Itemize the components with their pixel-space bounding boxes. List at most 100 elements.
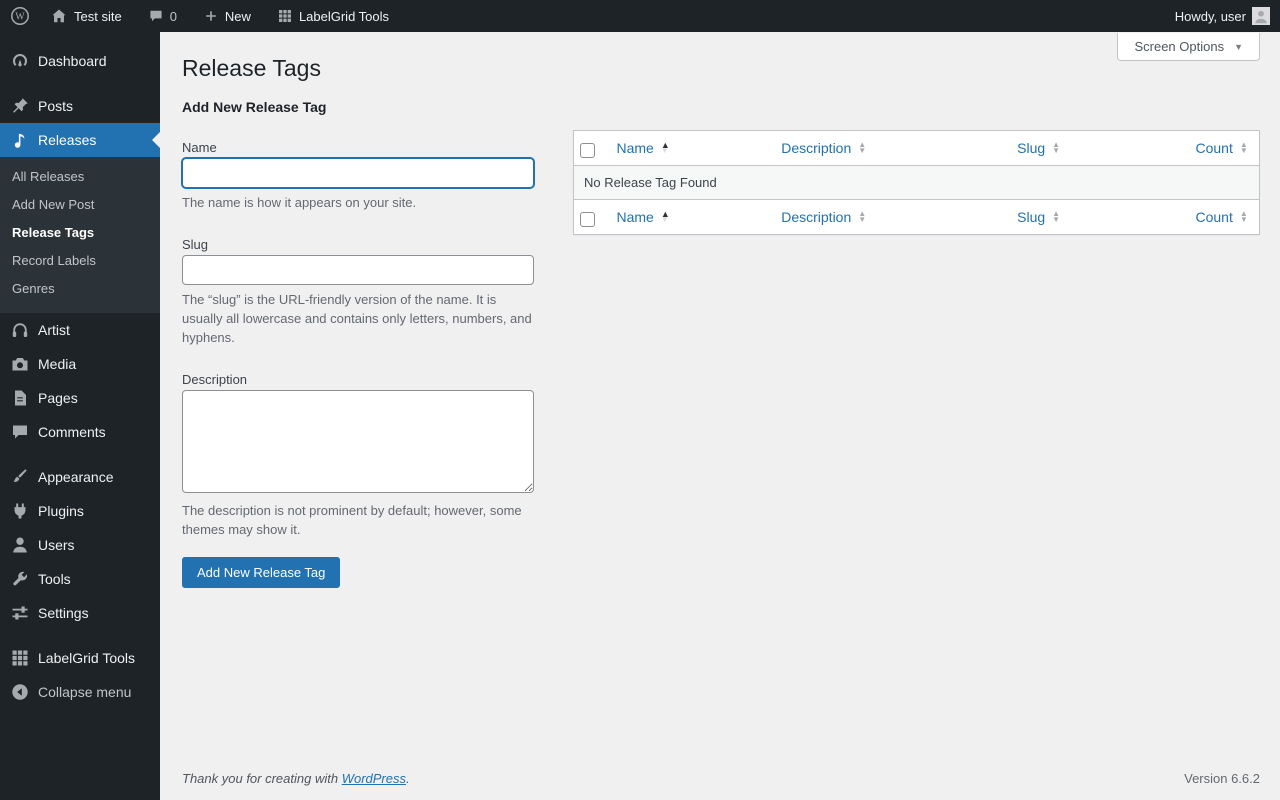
description-help-text: The description is not prominent by defa… xyxy=(182,501,534,539)
main-content: Screen Options ▼ Release Tags Add New Re… xyxy=(160,0,1280,800)
column-label: Count xyxy=(1196,208,1233,226)
current-menu-arrow xyxy=(152,132,160,148)
sidebar-item-appearance[interactable]: Appearance xyxy=(0,460,160,494)
svg-text:W: W xyxy=(15,12,25,23)
wordpress-logo-button[interactable]: W xyxy=(0,0,40,32)
sidebar-item-label: Tools xyxy=(38,571,71,587)
pages-icon xyxy=(10,388,30,408)
sort-toggle-icon: ▲▼ xyxy=(1240,142,1248,154)
sidebar-item-media[interactable]: Media xyxy=(0,347,160,381)
sidebar-item-users[interactable]: Users xyxy=(0,528,160,562)
home-icon xyxy=(50,7,68,25)
sidebar-item-releases[interactable]: Releases xyxy=(0,123,160,157)
select-all-checkbox[interactable] xyxy=(580,143,595,158)
release-tags-table: Name ▲▼ Description ▲▼ xyxy=(573,130,1260,235)
submenu-item-genres[interactable]: Genres xyxy=(0,275,160,303)
releases-submenu: All Releases Add New Post Release Tags R… xyxy=(0,157,160,313)
sidebar-item-label: Dashboard xyxy=(38,53,107,69)
name-input[interactable] xyxy=(182,158,534,188)
site-name-label: Test site xyxy=(74,9,122,24)
add-tag-form: Add New Release Tag Name The name is how… xyxy=(182,87,534,588)
sidebar-item-label: Collapse menu xyxy=(38,684,131,700)
submenu-item-release-tags[interactable]: Release Tags xyxy=(0,219,160,247)
sidebar-item-label: Artist xyxy=(38,322,70,338)
release-tags-table-wrapper: Name ▲▼ Description ▲▼ xyxy=(573,130,1260,235)
sidebar-item-label: Users xyxy=(38,537,75,553)
column-header-slug[interactable]: Slug ▲▼ xyxy=(1017,139,1060,157)
column-footer-slug[interactable]: Slug ▲▼ xyxy=(1017,208,1060,226)
column-label: Slug xyxy=(1017,208,1045,226)
menu-separator xyxy=(0,449,160,460)
wordpress-link[interactable]: WordPress xyxy=(342,771,406,786)
collapse-menu-button[interactable]: Collapse menu xyxy=(0,675,160,709)
column-footer-description[interactable]: Description ▲▼ xyxy=(781,208,866,226)
name-help-text: The name is how it appears on your site. xyxy=(182,193,534,212)
sidebar-item-settings[interactable]: Settings xyxy=(0,596,160,630)
new-label: New xyxy=(225,9,251,24)
sidebar-item-artist[interactable]: Artist xyxy=(0,313,160,347)
sidebar-item-labelgrid-tools[interactable]: LabelGrid Tools xyxy=(0,641,160,675)
comments-icon xyxy=(10,422,30,442)
sliders-icon xyxy=(10,603,30,623)
add-new-release-tag-button[interactable]: Add New Release Tag xyxy=(182,557,340,588)
sidebar-item-dashboard[interactable]: Dashboard xyxy=(0,44,160,78)
sidebar-item-posts[interactable]: Posts xyxy=(0,89,160,123)
chevron-down-icon: ▼ xyxy=(1234,42,1243,52)
column-footer-name[interactable]: Name ▲▼ xyxy=(617,208,670,226)
camera-icon xyxy=(10,354,30,374)
sort-ascending-icon: ▲▼ xyxy=(661,211,670,223)
column-header-count[interactable]: Count ▲▼ xyxy=(1196,139,1248,157)
submenu-item-add-new-post[interactable]: Add New Post xyxy=(0,191,160,219)
dashboard-icon xyxy=(10,51,30,71)
sort-toggle-icon: ▲▼ xyxy=(858,142,866,154)
sidebar-item-pages[interactable]: Pages xyxy=(0,381,160,415)
description-textarea[interactable] xyxy=(182,390,534,493)
comments-count: 0 xyxy=(170,9,177,24)
sidebar-item-label: Plugins xyxy=(38,503,84,519)
description-label: Description xyxy=(182,372,534,387)
column-header-description[interactable]: Description ▲▼ xyxy=(781,139,866,157)
table-footer-row: Name ▲▼ Description ▲▼ xyxy=(574,200,1260,235)
headphones-icon xyxy=(10,320,30,340)
sort-toggle-icon: ▲▼ xyxy=(1052,142,1060,154)
column-footer-count[interactable]: Count ▲▼ xyxy=(1196,208,1248,226)
menu-separator xyxy=(0,630,160,641)
sort-toggle-icon: ▲▼ xyxy=(1052,211,1060,223)
user-avatar xyxy=(1252,7,1270,25)
account-menu[interactable]: Howdy, user xyxy=(1165,7,1280,25)
sidebar-item-label: Appearance xyxy=(38,469,114,485)
pushpin-icon xyxy=(10,96,30,116)
empty-table-row: No Release Tag Found xyxy=(574,166,1260,200)
labelgrid-tools-adminbar-menu[interactable]: LabelGrid Tools xyxy=(267,0,399,32)
new-content-menu[interactable]: New xyxy=(193,0,261,32)
form-heading: Add New Release Tag xyxy=(182,99,534,115)
select-all-checkbox-footer[interactable] xyxy=(580,212,595,227)
sidebar-item-label: Posts xyxy=(38,98,73,114)
submenu-item-record-labels[interactable]: Record Labels xyxy=(0,247,160,275)
brush-icon xyxy=(10,467,30,487)
sidebar-item-tools[interactable]: Tools xyxy=(0,562,160,596)
column-label: Description xyxy=(781,208,851,226)
slug-input[interactable] xyxy=(182,255,534,285)
submenu-item-all-releases[interactable]: All Releases xyxy=(0,163,160,191)
site-name-menu[interactable]: Test site xyxy=(40,0,132,32)
labelgrid-adminbar-label: LabelGrid Tools xyxy=(299,9,389,24)
comments-menu[interactable]: 0 xyxy=(138,0,187,32)
column-label: Description xyxy=(781,139,851,157)
sidebar-item-label: Settings xyxy=(38,605,89,621)
column-label: Count xyxy=(1196,139,1233,157)
screen-options-button[interactable]: Screen Options ▼ xyxy=(1117,33,1260,61)
admin-footer: Thank you for creating with WordPress. V… xyxy=(160,761,1280,800)
grid-icon xyxy=(10,648,30,668)
sidebar-item-label: Comments xyxy=(38,424,106,440)
admin-bar: W Test site 0 New LabelGrid Tools Howdy,… xyxy=(0,0,1280,32)
sidebar-item-plugins[interactable]: Plugins xyxy=(0,494,160,528)
sidebar-item-label: LabelGrid Tools xyxy=(38,650,135,666)
sidebar-item-label: Pages xyxy=(38,390,78,406)
column-label: Name xyxy=(617,208,654,226)
sidebar-item-comments[interactable]: Comments xyxy=(0,415,160,449)
comment-bubble-icon xyxy=(148,8,164,24)
column-label: Slug xyxy=(1017,139,1045,157)
column-header-name[interactable]: Name ▲▼ xyxy=(617,139,670,157)
collapse-icon xyxy=(10,682,30,702)
